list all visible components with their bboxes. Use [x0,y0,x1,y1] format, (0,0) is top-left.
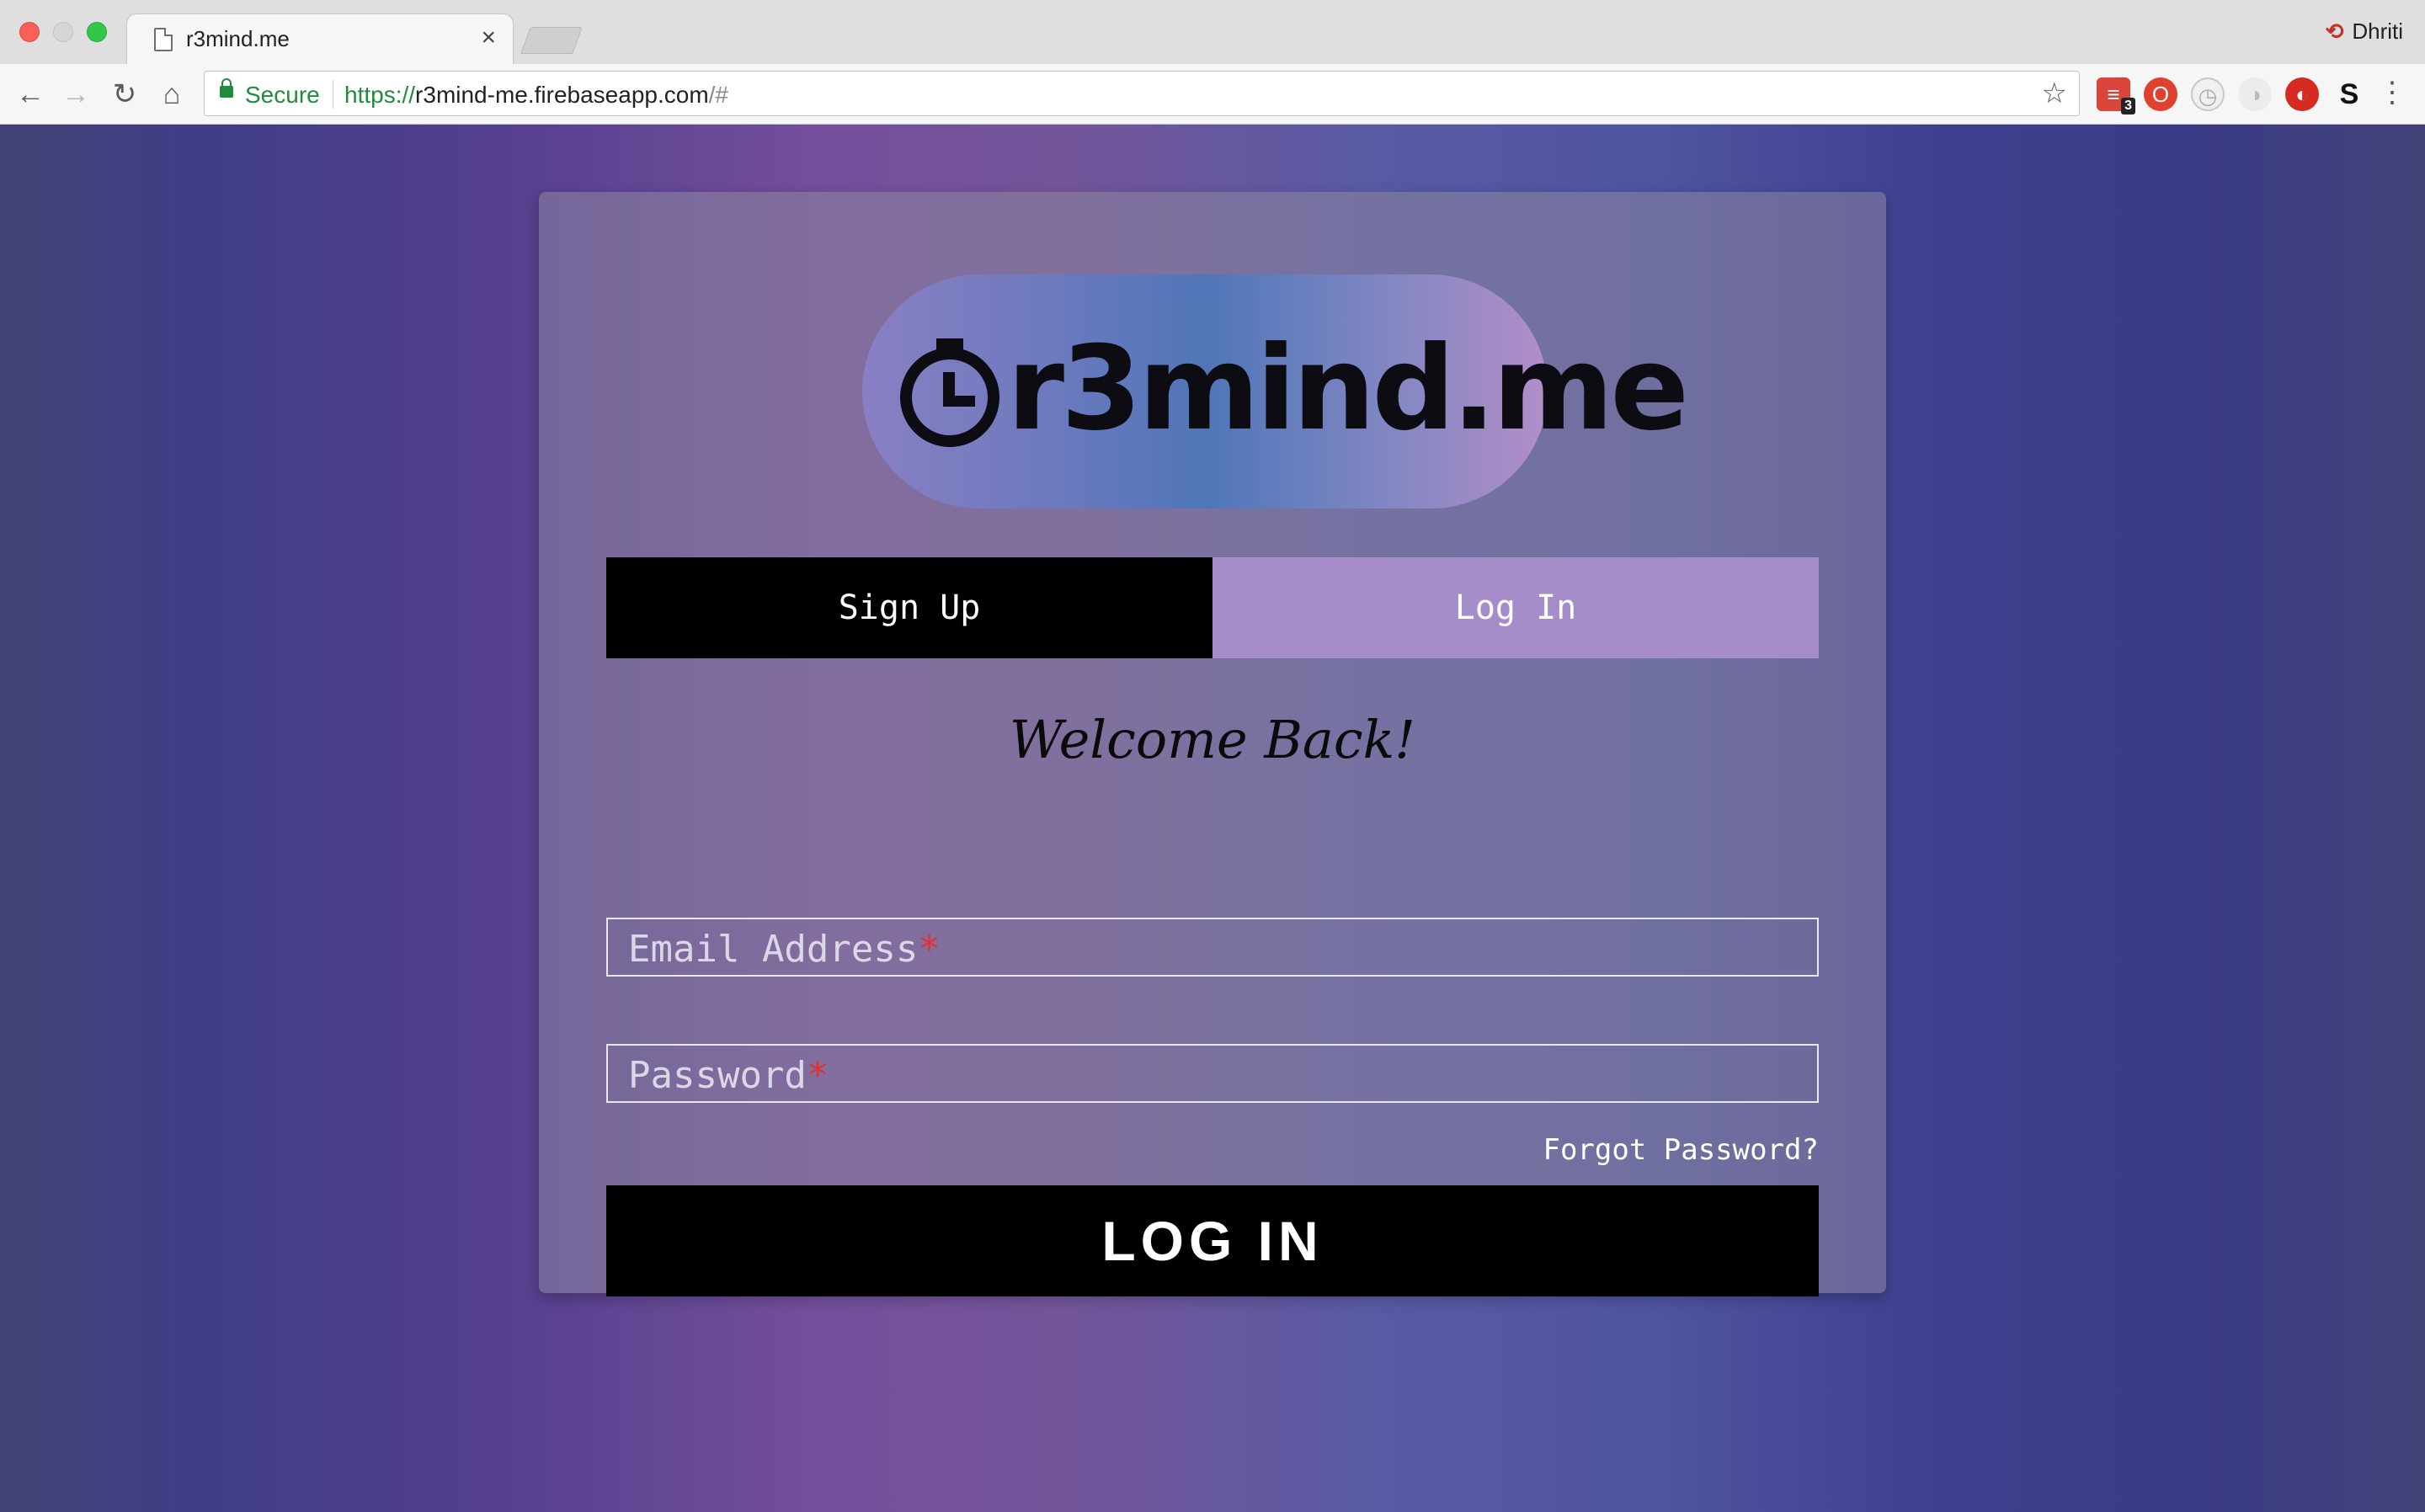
home-icon[interactable]: ⌂ [153,76,190,113]
profile-icon: ⟲ [2325,19,2344,44]
page-icon [154,28,173,51]
extension-badge: 3 [2121,98,2135,114]
reload-icon[interactable]: ↻ [106,76,143,113]
url-rest: /# [708,82,728,108]
url-host: r3mind-me.firebaseapp.com [415,82,709,108]
todoist-extension-icon[interactable]: ≡ 3 [2097,77,2135,114]
welcome-heading: Welcome Back! [1009,709,1416,770]
auth-tabs: Sign Up Log In [606,557,1819,658]
address-bar[interactable]: Secure https://r3mind-me.firebaseapp.com… [204,71,2080,116]
password-field[interactable]: Password* [606,1044,1819,1103]
clock-extension-icon[interactable]: ◷ [2191,77,2225,111]
lastpass-extension-icon[interactable]: ◐ [2285,77,2319,111]
back-icon[interactable]: ← [12,76,49,113]
email-placeholder-text: Email Address [628,928,919,971]
opera-extension-icon[interactable]: O [2144,77,2177,111]
maximize-window-button[interactable] [87,22,107,42]
close-tab-icon[interactable]: × [481,23,496,53]
url-scheme: https:// [344,82,416,108]
browser-toolbar: ← → ↻ ⌂ Secure https://r3mind-me.firebas… [0,64,2425,125]
profile-name: Dhriti [2352,19,2403,44]
password-placeholder: Password* [628,1054,829,1097]
menu-icon[interactable]: ⋮ [2378,76,2406,109]
forgot-password-link[interactable]: Forgot Password? [1543,1133,1819,1167]
url-text: https://r3mind-me.firebaseapp.com/# [344,82,728,109]
security-label: Secure [245,82,320,108]
password-placeholder-text: Password [628,1054,807,1097]
auth-card: r3mind.me Sign Up Log In Welcome Back! E… [539,192,1886,1296]
required-mark: * [918,928,941,971]
minimize-window-button[interactable] [53,22,73,42]
email-field[interactable]: Email Address* [606,918,1819,977]
star-icon[interactable]: ☆ [2042,77,2067,110]
lock-icon [220,78,233,98]
browser-tab[interactable]: r3mind.me × [126,13,514,64]
s-extension-icon[interactable]: S [2332,77,2366,111]
page-background: r3mind.me Sign Up Log In Welcome Back! E… [0,125,2425,1512]
profile-button[interactable]: ⟲ Dhriti [2326,19,2403,45]
close-window-button[interactable] [19,22,40,42]
tab-title: r3mind.me [186,26,290,51]
forward-icon[interactable]: → [57,76,94,113]
tab-log-in[interactable]: Log In [1212,557,1819,658]
new-tab-button[interactable] [520,27,583,54]
email-placeholder: Email Address* [628,928,941,971]
tab-sign-up[interactable]: Sign Up [606,557,1212,658]
sync-extension-icon[interactable]: ◑ [2238,77,2272,111]
browser-tab-bar: r3mind.me × ⟲ Dhriti [0,0,2425,64]
required-mark: * [806,1054,829,1097]
logo-text: r3mind.me [1007,321,1689,456]
logo: r3mind.me [862,274,1689,508]
login-button[interactable]: LOG IN [606,1185,1819,1296]
clock-icon [900,338,999,447]
